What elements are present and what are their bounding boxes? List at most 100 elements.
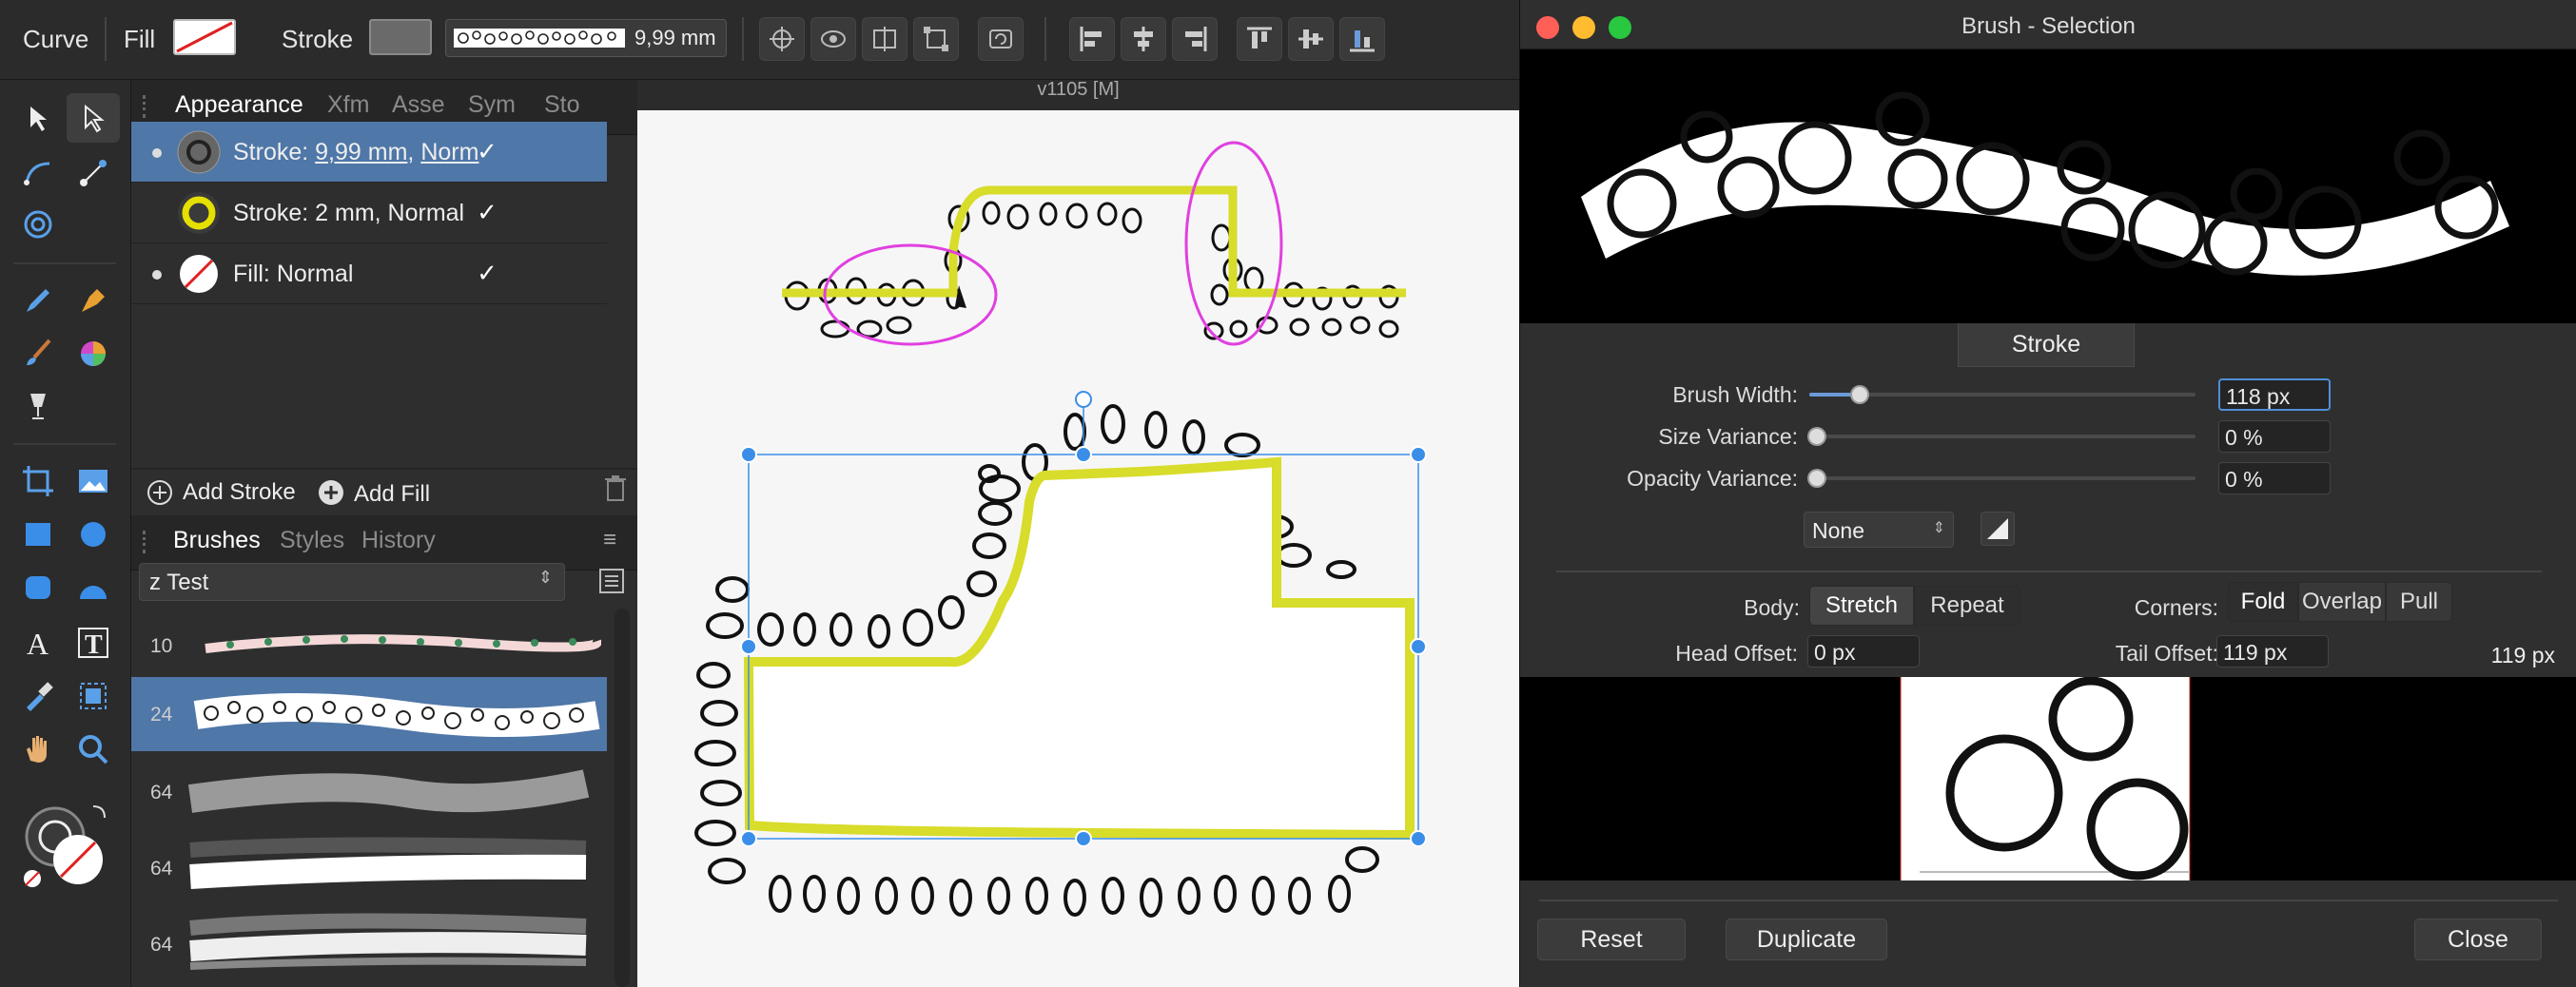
brush-list-scrollbar[interactable] bbox=[615, 609, 630, 987]
brush-item-selected[interactable]: 24 bbox=[131, 677, 607, 751]
brush-width-field[interactable]: 118 px bbox=[2218, 378, 2331, 411]
resize-handle[interactable] bbox=[1410, 638, 1427, 655]
slice-tool[interactable] bbox=[67, 671, 120, 721]
corner-overlap-button[interactable]: Overlap bbox=[2298, 582, 2386, 622]
transparency-tool[interactable] bbox=[11, 382, 65, 432]
view-mode-button[interactable] bbox=[810, 17, 856, 61]
align-left-button[interactable] bbox=[1069, 17, 1115, 61]
resize-handle[interactable] bbox=[1075, 830, 1092, 847]
fill-tool[interactable] bbox=[67, 329, 120, 378]
brush-item[interactable]: 64 bbox=[131, 831, 607, 905]
size-variance-field[interactable]: 0 % bbox=[2218, 420, 2331, 453]
opacity-variance-slider-knob[interactable] bbox=[1807, 469, 1826, 488]
resize-handle[interactable] bbox=[740, 830, 757, 847]
distribute-button[interactable] bbox=[862, 17, 907, 61]
tab-history[interactable]: History bbox=[361, 527, 436, 554]
visibility-dot[interactable] bbox=[152, 148, 162, 158]
align-bottom-button[interactable] bbox=[1339, 17, 1385, 61]
tab-styles[interactable]: Styles bbox=[280, 527, 344, 554]
rounded-rectangle-tool[interactable] bbox=[11, 563, 65, 612]
head-offset-field[interactable]: 0 px bbox=[1807, 635, 1920, 668]
brush-item[interactable]: 64 bbox=[131, 753, 607, 827]
frame-text-tool[interactable]: T bbox=[67, 618, 120, 668]
close-button[interactable]: Close bbox=[2414, 919, 2542, 960]
tab-stroke[interactable]: Stroke bbox=[1958, 323, 2135, 367]
panel-menu-icon[interactable]: ≡ bbox=[603, 527, 616, 553]
fill-swatch[interactable] bbox=[173, 19, 236, 55]
stroke-width-link[interactable]: 9,99 mm bbox=[315, 139, 407, 165]
brush-width-slider-knob[interactable] bbox=[1849, 385, 1869, 404]
move-tool[interactable] bbox=[11, 93, 65, 143]
resize-handle[interactable] bbox=[1410, 446, 1427, 463]
align-right-button[interactable] bbox=[1172, 17, 1218, 61]
view-tool[interactable] bbox=[11, 725, 65, 774]
vector-brush-tool[interactable] bbox=[11, 329, 65, 378]
dialog-titlebar[interactable]: Brush - Selection bbox=[1520, 0, 2576, 49]
rectangle-tool[interactable] bbox=[11, 510, 65, 559]
place-image-tool[interactable] bbox=[67, 456, 120, 506]
trash-icon[interactable] bbox=[603, 474, 628, 502]
brush-item[interactable]: 10 bbox=[131, 610, 607, 685]
row-checkbox[interactable]: ✓ bbox=[473, 198, 501, 226]
snapping-button[interactable] bbox=[759, 17, 805, 61]
reset-button[interactable]: Reset bbox=[1537, 919, 1686, 960]
appearance-row-stroke-brush[interactable]: Stroke: 9,99 mm, Norm ✓ bbox=[131, 122, 607, 183]
brush-width-slider[interactable] bbox=[1809, 385, 2195, 404]
resize-handle[interactable] bbox=[740, 638, 757, 655]
document-canvas[interactable] bbox=[637, 80, 1519, 987]
tab-symbols[interactable]: Sym bbox=[468, 91, 516, 119]
align-top-button[interactable] bbox=[1237, 17, 1282, 61]
align-center-button[interactable] bbox=[1121, 17, 1166, 61]
resize-handle[interactable] bbox=[740, 446, 757, 463]
row-checkbox[interactable]: ✓ bbox=[473, 259, 501, 287]
pressure-controller-select[interactable]: None ⇕ bbox=[1804, 512, 1954, 548]
panel-grip[interactable] bbox=[143, 531, 152, 553]
pencil-tool[interactable] bbox=[11, 276, 65, 325]
stroke-brush-preview[interactable]: 9,99 mm bbox=[445, 19, 727, 57]
opacity-variance-slider[interactable] bbox=[1807, 469, 2195, 488]
contour-tool[interactable] bbox=[11, 200, 65, 249]
body-stretch-button[interactable]: Stretch bbox=[1809, 586, 1914, 626]
artistic-text-tool[interactable]: A bbox=[11, 618, 65, 668]
color-picker-tool[interactable] bbox=[11, 671, 65, 721]
transform-button[interactable] bbox=[913, 17, 959, 61]
appearance-row-fill[interactable]: Fill: Normal ✓ bbox=[131, 243, 607, 304]
zoom-tool[interactable] bbox=[67, 725, 120, 774]
resize-handle[interactable] bbox=[1410, 830, 1427, 847]
tab-transform[interactable]: Xfm bbox=[327, 91, 369, 119]
crop-tool[interactable] bbox=[11, 456, 65, 506]
brush-category-select[interactable]: z Test ⇕ bbox=[139, 563, 565, 601]
brush-item[interactable]: 64 bbox=[131, 907, 607, 981]
document-tab[interactable]: v1105 [M] bbox=[637, 80, 1519, 110]
size-variance-slider[interactable] bbox=[1807, 427, 2195, 446]
pressure-curve-button[interactable] bbox=[1981, 512, 2015, 546]
stroke-blend-link[interactable]: Norm bbox=[420, 139, 478, 165]
body-repeat-button[interactable]: Repeat bbox=[1914, 586, 2020, 626]
appearance-row-stroke[interactable]: Stroke: 2 mm, Normal ✓ bbox=[131, 183, 607, 243]
visibility-dot[interactable] bbox=[152, 270, 162, 280]
ellipse-tool[interactable] bbox=[67, 510, 120, 559]
point-transform-tool[interactable] bbox=[67, 148, 120, 198]
corner-tool[interactable] bbox=[11, 148, 65, 198]
tab-appearance[interactable]: Appearance bbox=[175, 91, 303, 119]
row-checkbox[interactable]: ✓ bbox=[473, 137, 501, 165]
tab-stock[interactable]: Sto bbox=[544, 91, 580, 119]
shape-tool[interactable] bbox=[67, 563, 120, 612]
duplicate-button[interactable]: Duplicate bbox=[1726, 919, 1887, 960]
color-well[interactable] bbox=[19, 801, 110, 892]
tail-offset-field[interactable]: 119 px bbox=[2216, 635, 2329, 668]
resize-handle[interactable] bbox=[1075, 446, 1092, 463]
node-tool[interactable] bbox=[67, 93, 120, 143]
rotate-button[interactable] bbox=[978, 17, 1024, 61]
pen-tool[interactable] bbox=[67, 276, 120, 325]
corner-fold-button[interactable]: Fold bbox=[2228, 582, 2298, 622]
align-middle-button[interactable] bbox=[1288, 17, 1334, 61]
panel-grip[interactable] bbox=[143, 95, 152, 118]
rotation-handle[interactable] bbox=[1075, 391, 1092, 408]
brush-options-icon[interactable] bbox=[597, 567, 626, 595]
tab-brushes[interactable]: Brushes bbox=[173, 527, 261, 554]
tab-assets[interactable]: Asse bbox=[392, 91, 445, 119]
size-variance-slider-knob[interactable] bbox=[1807, 427, 1826, 446]
stroke-swatch[interactable] bbox=[369, 19, 432, 55]
corner-pull-button[interactable]: Pull bbox=[2386, 582, 2452, 622]
